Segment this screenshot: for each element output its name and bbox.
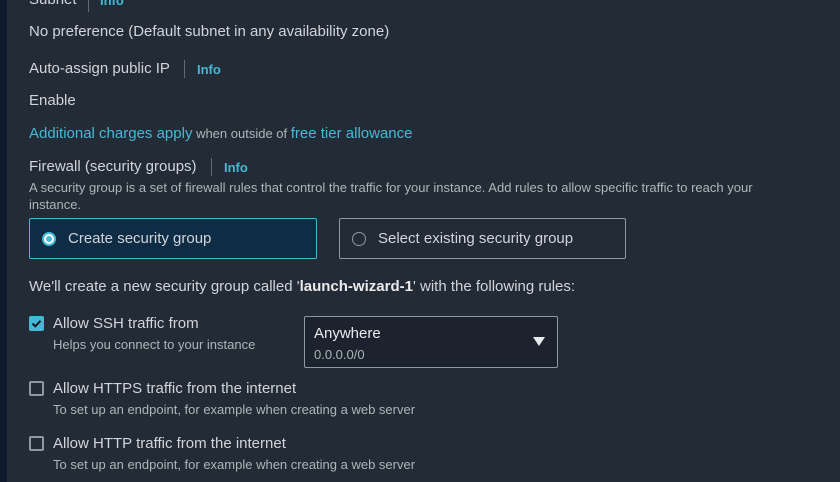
subnet-value: No preference (Default subnet in any ava… <box>29 23 390 40</box>
ssh-rule-label: Allow SSH traffic from <box>53 315 199 332</box>
security-group-name: launch-wizard-1 <box>299 278 413 295</box>
create-security-group-option[interactable]: Create security group <box>29 218 317 259</box>
http-rule-help: To set up an endpoint, for example when … <box>53 457 416 472</box>
new-group-text: We'll create a new security group called… <box>29 278 575 295</box>
create-security-group-label: Create security group <box>68 230 212 247</box>
ssh-checkbox[interactable] <box>29 316 44 331</box>
firewall-description: A security group is a set of firewall ru… <box>29 180 753 212</box>
radio-unselected-icon <box>352 231 366 246</box>
firewall-label: Firewall (security groups) <box>29 158 197 175</box>
additional-charges-link[interactable]: Additional charges apply <box>29 125 192 142</box>
new-group-prefix: We'll create a new security group called… <box>29 278 300 295</box>
free-tier-link[interactable]: free tier allowance <box>291 125 413 142</box>
caret-down-icon <box>533 337 545 346</box>
select-existing-security-group-label: Select existing security group <box>378 230 574 247</box>
http-checkbox[interactable] <box>29 436 44 451</box>
https-rule-help: To set up an endpoint, for example when … <box>53 402 416 417</box>
subnet-label: Subnet <box>29 0 77 8</box>
new-group-suffix: ' with the following rules: <box>412 278 576 295</box>
https-checkbox[interactable] <box>29 381 44 396</box>
firewall-info-link[interactable]: Info <box>224 160 248 175</box>
select-existing-security-group-option[interactable]: Select existing security group <box>339 218 626 259</box>
checkmark-icon <box>31 320 42 328</box>
charges-notice: Additional charges apply when outside of… <box>29 125 412 143</box>
http-rule-label: Allow HTTP traffic from the internet <box>53 435 286 452</box>
https-rule-label: Allow HTTPS traffic from the internet <box>53 380 297 397</box>
firewall-separator <box>211 158 212 176</box>
charges-middle-text: when outside of <box>192 126 291 141</box>
ssh-source-select[interactable]: Anywhere 0.0.0.0/0 <box>304 316 558 368</box>
public-ip-info-link[interactable]: Info <box>197 62 221 77</box>
ssh-source-selected: Anywhere <box>314 325 381 342</box>
subnet-separator <box>88 0 89 12</box>
public-ip-value: Enable <box>29 92 76 109</box>
public-ip-separator <box>184 60 185 78</box>
radio-selected-icon <box>42 231 56 246</box>
ssh-source-cidr: 0.0.0.0/0 <box>314 347 365 362</box>
left-rail <box>0 0 7 482</box>
subnet-info-link[interactable]: Info <box>100 0 124 8</box>
public-ip-label: Auto-assign public IP <box>29 60 170 77</box>
ssh-rule-help: Helps you connect to your instance <box>53 337 256 352</box>
